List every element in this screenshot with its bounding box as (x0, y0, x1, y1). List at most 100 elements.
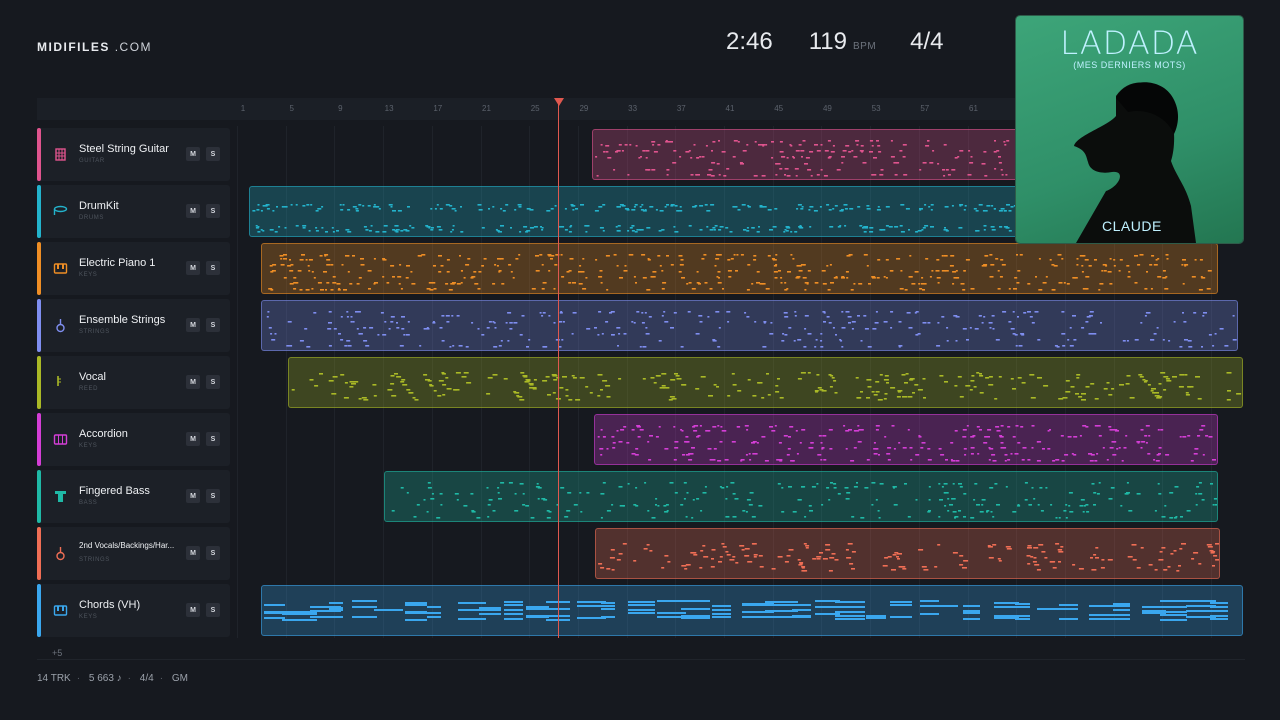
track-category: STRINGS (79, 557, 110, 563)
track-color-bar (37, 413, 41, 466)
track-name: 2nd Vocals/Backings/Har... (79, 541, 175, 550)
solo-button[interactable]: S (206, 546, 220, 560)
album-subtitle: (MES DERNIERS MOTS) (1073, 60, 1186, 70)
clip-notes (268, 254, 1212, 291)
track-color-bar (37, 470, 41, 523)
track-count: 14 TRK (37, 673, 71, 684)
track-header[interactable]: Chords (VH) KEYS M S (37, 584, 230, 637)
ruler-tick: 57 (920, 104, 930, 113)
track-header[interactable]: Fingered Bass BASS M S (37, 470, 230, 523)
track-color-bar (37, 185, 41, 238)
ruler-tick: 37 (676, 104, 686, 113)
ruler-tick: 1 (240, 104, 246, 113)
clip-notes (264, 600, 1228, 621)
ruler-tick: 53 (871, 104, 881, 113)
clip-notes (252, 204, 1017, 233)
track-category: BASS (79, 500, 98, 506)
track-name: Chords (VH) (79, 599, 141, 611)
ruler-tick: 17 (433, 104, 443, 113)
ruler-tick: 29 (579, 104, 589, 113)
midi-clip[interactable] (384, 471, 1218, 522)
violin-icon (56, 547, 65, 561)
track-category: GUITAR (79, 158, 105, 164)
album-title: LADADA (1060, 24, 1199, 62)
album-artist: CLAUDE (1102, 218, 1162, 234)
midi-clip[interactable] (261, 300, 1238, 351)
mute-button[interactable]: M (186, 546, 200, 560)
ruler-tick: 41 (725, 104, 735, 113)
midi-clip[interactable] (592, 129, 1018, 180)
midi-clip[interactable] (288, 357, 1243, 408)
brand-suffix: .COM (114, 40, 153, 54)
violin-icon (56, 319, 65, 333)
track-header[interactable]: Steel String Guitar GUITAR M S (37, 128, 230, 181)
track-name: Vocal (79, 371, 106, 383)
transport-display: 2:46 119 BPM 4/4 (726, 28, 944, 56)
mute-button[interactable]: M (186, 375, 200, 389)
footer-time-signature: 4/4 (139, 673, 154, 684)
song-position: 2:46 (726, 28, 773, 55)
guitar-icon (55, 148, 66, 161)
track-header[interactable]: Vocal REED M S (37, 356, 230, 409)
mute-button[interactable]: M (186, 318, 200, 332)
piano-icon (53, 263, 68, 274)
ruler-tick: 49 (822, 104, 832, 113)
track-header[interactable]: Accordion KEYS M S (37, 413, 230, 466)
footer-divider (37, 659, 1245, 660)
mute-button[interactable]: M (186, 603, 200, 617)
solo-button[interactable]: S (206, 603, 220, 617)
mute-button[interactable]: M (186, 147, 200, 161)
mute-button[interactable]: M (186, 204, 200, 218)
midi-standard: GM (171, 673, 188, 684)
ruler-tick: 61 (969, 104, 978, 113)
midi-clip[interactable] (249, 186, 1018, 237)
album-cover: LADADA (MES DERNIERS MOTS) CLAUDE (1016, 16, 1243, 243)
note-count: 5 663 ♪ (88, 673, 122, 684)
midi-clip[interactable] (595, 528, 1220, 579)
more-tracks-label[interactable]: +5 (52, 648, 62, 658)
playhead-line[interactable] (558, 104, 559, 638)
midi-clip[interactable] (594, 414, 1218, 465)
ruler-tick: 45 (774, 104, 784, 113)
track-name: Steel String Guitar (79, 143, 169, 155)
track-color-bar (37, 584, 41, 637)
track-header[interactable]: 2nd Vocals/Backings/Har... STRINGS M S (37, 527, 230, 580)
solo-button[interactable]: S (206, 147, 220, 161)
mute-button[interactable]: M (186, 432, 200, 446)
midi-clip[interactable] (261, 243, 1218, 294)
track-category: KEYS (79, 614, 98, 620)
solo-button[interactable]: S (206, 489, 220, 503)
mute-button[interactable]: M (186, 261, 200, 275)
ruler-tick: 21 (482, 104, 491, 113)
track-color-bar (37, 128, 41, 181)
brand-logo: MIDIFILES .COM (37, 40, 152, 54)
solo-button[interactable]: S (206, 204, 220, 218)
clip-notes (598, 543, 1219, 572)
solo-button[interactable]: S (206, 318, 220, 332)
solo-button[interactable]: S (206, 261, 220, 275)
track-category: KEYS (79, 443, 98, 449)
solo-button[interactable]: S (206, 432, 220, 446)
timeline-ruler[interactable]: 1 5 9 13 17 21 25 29 33 37 41 45 49 53 57 61 (37, 98, 1020, 120)
ruler-tick: 13 (384, 104, 394, 113)
accordion-icon (53, 434, 68, 445)
track-header[interactable]: Electric Piano 1 KEYS M S (37, 242, 230, 295)
time-signature: 4/4 (910, 28, 944, 55)
midi-clip[interactable] (261, 585, 1243, 636)
track-header[interactable]: Ensemble Strings STRINGS M S (37, 299, 230, 352)
ruler-tick: 9 (338, 104, 343, 113)
solo-button[interactable]: S (206, 375, 220, 389)
track-name: Fingered Bass (79, 485, 150, 497)
track-header[interactable]: DrumKit DRUMS M S (37, 185, 230, 238)
playhead-handle[interactable] (554, 98, 564, 106)
ruler-tick: 5 (289, 104, 294, 113)
track-name: Electric Piano 1 (79, 257, 156, 269)
drum-icon (53, 205, 68, 215)
tempo-unit: BPM (852, 41, 877, 52)
track-color-bar (37, 242, 41, 295)
mute-button[interactable]: M (186, 489, 200, 503)
track-category: REED (79, 386, 99, 392)
clip-notes (291, 372, 1242, 401)
track-category: DRUMS (79, 215, 104, 221)
brand-name: MIDIFILES (37, 40, 110, 54)
